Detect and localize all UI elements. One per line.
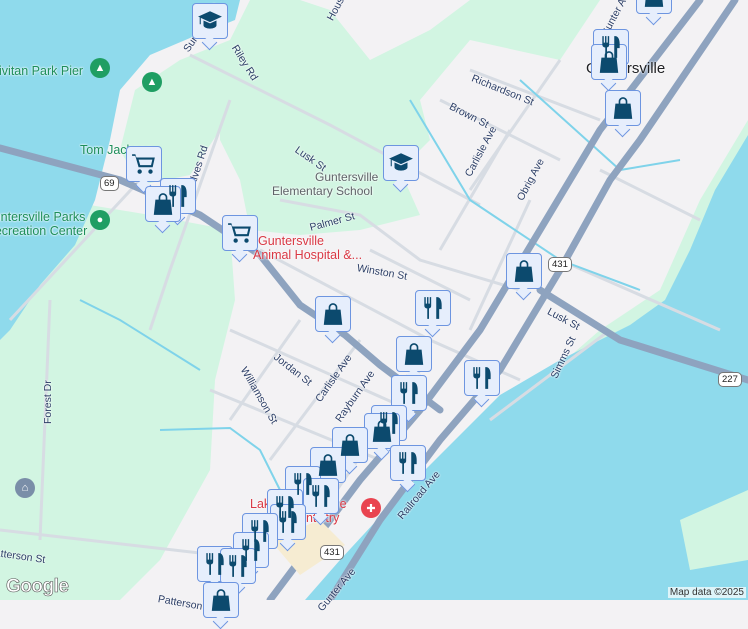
route-431-shield: 431 [320,545,344,560]
street-label: Forest Dr [42,380,54,424]
google-logo[interactable]: Google [6,576,70,598]
grocery-marker[interactable] [126,146,162,182]
shopping-bag-icon [208,587,234,613]
shopping-marker[interactable] [315,296,351,332]
fork-knife-icon [395,450,421,476]
shopping-marker[interactable] [203,582,239,618]
animal-hospital-label-2[interactable]: Animal Hospital &... [253,248,362,262]
park-tree-icon[interactable]: ▲ [142,72,162,92]
park-tree-icon[interactable]: ▲ [90,58,110,78]
restaurant-marker[interactable] [415,290,451,326]
shopping-cart-icon [227,220,253,246]
museum-icon[interactable]: ⌂ [15,478,35,498]
shopping-bag-icon [315,452,341,478]
hospital-icon[interactable]: ✚ [361,498,381,518]
fork-knife-icon [420,295,446,321]
shopping-marker[interactable] [605,90,641,126]
school-marker[interactable] [383,145,419,181]
school-marker[interactable] [192,3,228,39]
elementary-label-1[interactable]: Guntersville [315,170,378,184]
graduation-cap-icon [388,150,414,176]
route-69-shield: 69 [100,176,119,191]
restaurant-marker[interactable] [270,504,306,540]
shopping-marker[interactable] [145,186,181,222]
shopping-bag-icon [641,0,667,9]
animal-hospital-label-1[interactable]: Guntersville [258,234,324,248]
elementary-label-2[interactable]: Elementary School [272,184,373,198]
fork-knife-icon [225,553,251,579]
shopping-marker[interactable] [591,44,627,80]
shopping-bag-icon [369,418,395,444]
fork-knife-icon [275,509,301,535]
shopping-bag-icon [320,301,346,327]
shopping-bag-icon [596,49,622,75]
parks-rec-label-1[interactable]: Guntersville Parks [0,210,85,224]
grocery-marker[interactable] [222,215,258,251]
shopping-cart-icon [131,151,157,177]
shopping-bag-icon [511,258,537,284]
shopping-bag-icon [150,191,176,217]
route-227-shield: 227 [718,372,742,387]
restaurant-marker[interactable] [220,548,256,584]
shopping-marker[interactable] [364,413,400,449]
map-attribution[interactable]: Map data ©2025 [667,587,746,598]
shopping-bag-icon [401,341,427,367]
parks-rec-label-2[interactable]: & Recreation Center [0,224,87,238]
restaurant-marker[interactable] [391,375,427,411]
civitan-park-pier-label[interactable]: Civitan Park Pier [0,64,83,78]
shopping-marker[interactable] [636,0,672,14]
graduation-cap-icon [197,8,223,34]
route-431-shield: 431 [548,257,572,272]
fork-knife-icon [396,380,422,406]
restaurant-marker[interactable] [303,478,339,514]
shopping-marker[interactable] [396,336,432,372]
restaurant-marker[interactable] [390,445,426,481]
restaurant-marker[interactable] [464,360,500,396]
shopping-marker[interactable] [506,253,542,289]
fork-knife-icon [308,483,334,509]
fork-knife-icon [469,365,495,391]
shopping-bag-icon [610,95,636,121]
recreation-center-icon[interactable]: ● [90,210,110,230]
